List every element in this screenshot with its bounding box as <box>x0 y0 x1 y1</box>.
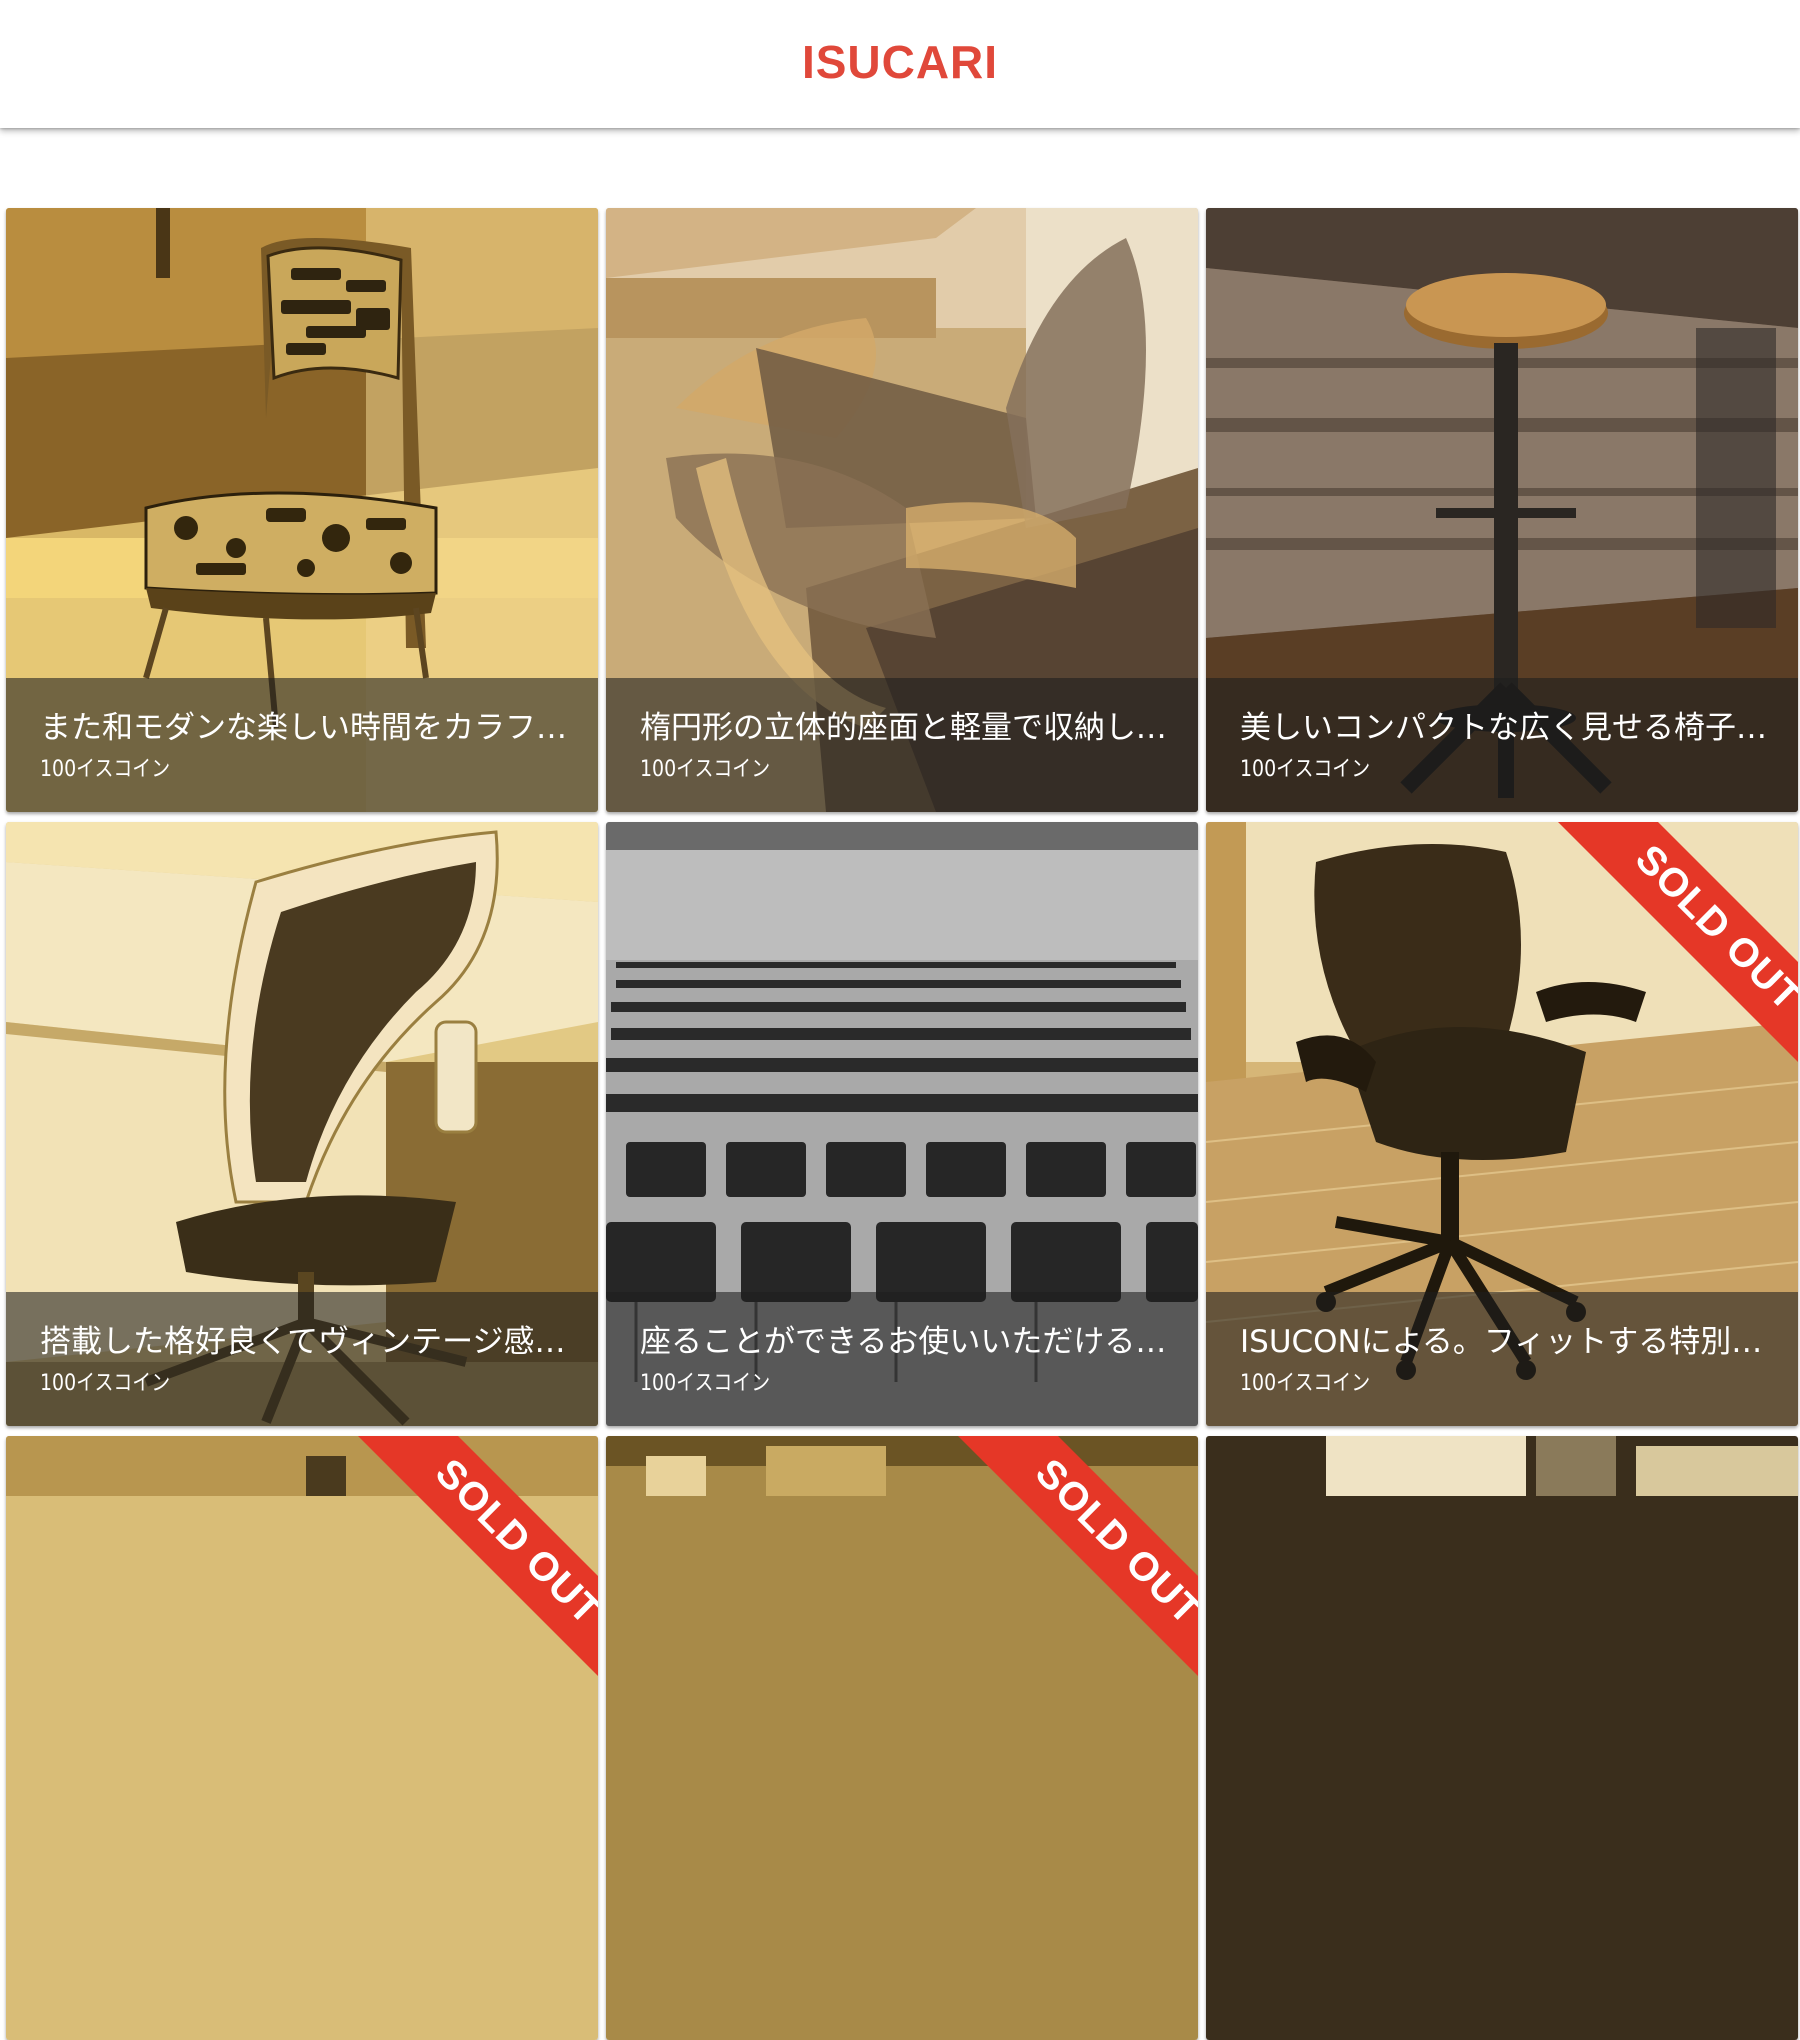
item-title: また和モダンな楽しい時間をカラフルに彩ります <box>40 710 570 746</box>
item-title: 楕円形の立体的座面と軽量で収納しやすい <box>640 710 1170 746</box>
item-price: 100イスコイン <box>40 1371 171 1396</box>
item-price: 100イスコイン <box>640 757 771 782</box>
item-title: 搭載した格好良くてヴィンテージ感のある <box>40 1324 570 1360</box>
item-photo <box>606 1436 1198 2040</box>
item-card[interactable]: SOLD OUT <box>606 1436 1198 2040</box>
app-bar: ISUCARI <box>0 0 1800 128</box>
item-title: 美しいコンパクトな広く見せる椅子です <box>1240 710 1770 746</box>
item-caption: また和モダンな楽しい時間をカラフルに彩ります 100イスコイン <box>6 678 598 812</box>
item-caption: 楕円形の立体的座面と軽量で収納しやすい 100イスコイン <box>606 678 1198 812</box>
item-caption: 座ることができるお使いいただける椅子 100イスコイン <box>606 1292 1198 1426</box>
item-card[interactable]: 座ることができるお使いいただける椅子 100イスコイン <box>606 822 1198 1426</box>
item-card[interactable]: 搭載した格好良くてヴィンテージ感のある 100イスコイン <box>6 822 598 1426</box>
item-title: ISUCONによる。フィットする特別な椅子 <box>1240 1324 1770 1360</box>
item-price: 100イスコイン <box>1240 757 1371 782</box>
item-caption: 美しいコンパクトな広く見せる椅子です 100イスコイン <box>1206 678 1798 812</box>
brand-logo[interactable]: ISUCARI <box>802 35 998 89</box>
item-caption: 搭載した格好良くてヴィンテージ感のある 100イスコイン <box>6 1292 598 1426</box>
item-photo <box>6 1436 598 2040</box>
item-title: 座ることができるお使いいただける椅子 <box>640 1324 1170 1360</box>
item-caption: ISUCONによる。フィットする特別な椅子 100イスコイン <box>1206 1292 1798 1426</box>
item-price: 100イスコイン <box>40 757 171 782</box>
item-card[interactable]: SOLD OUT <box>6 1436 598 2040</box>
item-card[interactable] <box>1206 1436 1798 2040</box>
item-price: 100イスコイン <box>640 1371 771 1396</box>
item-card[interactable]: 美しいコンパクトな広く見せる椅子です 100イスコイン <box>1206 208 1798 812</box>
item-card[interactable]: ISUCONによる。フィットする特別な椅子 100イスコイン SOLD OUT <box>1206 822 1798 1426</box>
item-card[interactable]: また和モダンな楽しい時間をカラフルに彩ります 100イスコイン <box>6 208 598 812</box>
item-price: 100イスコイン <box>1240 1371 1371 1396</box>
item-card[interactable]: 楕円形の立体的座面と軽量で収納しやすい 100イスコイン <box>606 208 1198 812</box>
item-photo <box>1206 1436 1798 2040</box>
